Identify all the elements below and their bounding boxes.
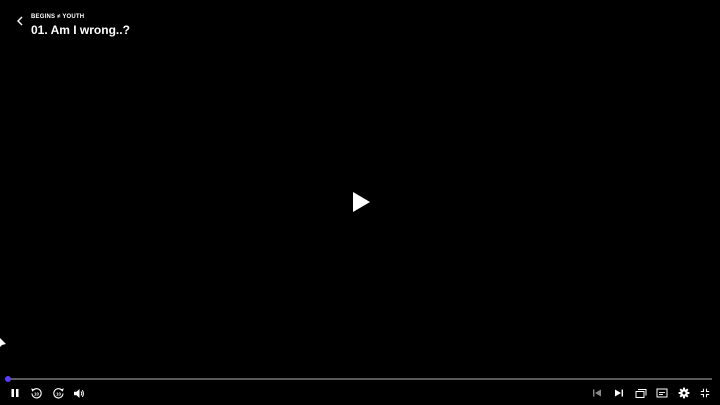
exit-fullscreen-icon (700, 388, 710, 398)
pause-icon (11, 389, 19, 397)
mouse-cursor (0, 335, 6, 347)
skip-next-icon (615, 389, 623, 397)
play-icon (353, 192, 370, 212)
seek-track (8, 378, 712, 380)
next-episode-button[interactable] (612, 386, 626, 400)
forward-10-icon: 10 (52, 387, 64, 398)
volume-icon (74, 388, 84, 398)
volume-button[interactable] (72, 386, 86, 400)
video-player[interactable]: BEGINS ≠ YOUTH 01. Am I wrong..? 10 10 (0, 0, 720, 405)
seek-bar[interactable] (5, 376, 712, 382)
pause-button[interactable] (8, 386, 22, 400)
svg-text:10: 10 (34, 391, 39, 396)
episodes-icon (635, 388, 647, 398)
subtitles-icon (656, 388, 668, 398)
episode-title: 01. Am I wrong..? (31, 23, 130, 37)
episodes-button[interactable] (634, 386, 648, 400)
series-title: BEGINS ≠ YOUTH (31, 14, 85, 20)
rewind-button[interactable]: 10 (29, 386, 43, 400)
rewind-10-icon: 10 (30, 387, 42, 398)
back-button[interactable] (13, 14, 27, 28)
seek-handle[interactable] (5, 376, 11, 382)
center-play-button[interactable] (351, 191, 371, 213)
skip-previous-icon (593, 389, 601, 397)
chevron-left-icon (17, 16, 23, 26)
previous-episode-button[interactable] (590, 386, 604, 400)
svg-text:10: 10 (56, 391, 61, 396)
settings-gear-icon (678, 387, 690, 399)
forward-button[interactable]: 10 (51, 386, 65, 400)
subtitles-button[interactable] (655, 386, 669, 400)
exit-fullscreen-button[interactable] (698, 386, 712, 400)
settings-button[interactable] (677, 386, 691, 400)
